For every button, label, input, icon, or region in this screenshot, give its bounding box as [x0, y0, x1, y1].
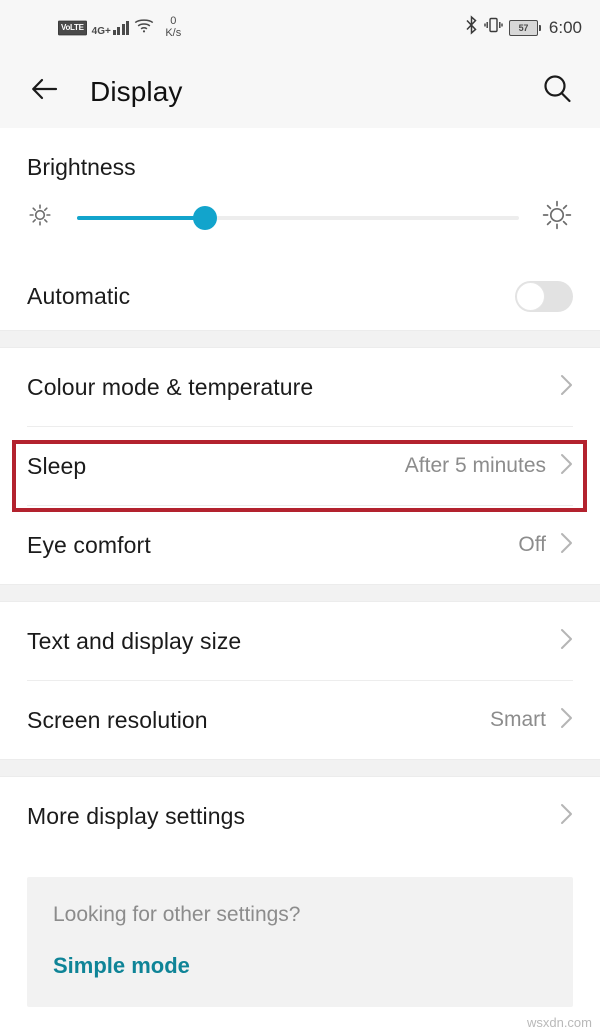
network-type-label: 4G+ — [91, 25, 111, 37]
slider-track-fill — [77, 215, 206, 220]
status-bar-left: VoLTE 4G+ 0 K/s — [58, 14, 182, 39]
battery-icon: 57 — [508, 19, 541, 36]
text-resolution-section: Text and display size Screen resolution … — [0, 602, 600, 759]
chevron-right-icon — [560, 532, 573, 559]
vibrate-icon — [484, 16, 503, 39]
status-bar-right: 57 6:00 — [465, 15, 582, 40]
row-value: Off — [518, 533, 546, 556]
row-label: Colour mode & temperature — [27, 373, 314, 400]
row-label: Screen resolution — [27, 706, 208, 733]
wifi-icon — [134, 18, 154, 38]
brightness-slider-row[interactable] — [0, 181, 600, 262]
row-label: Eye comfort — [27, 531, 151, 558]
row-value: After 5 minutes — [404, 454, 546, 477]
row-more-display-settings[interactable]: More display settings — [0, 777, 600, 855]
network-speed-unit: K/s — [165, 26, 182, 39]
row-colour-mode[interactable]: Colour mode & temperature — [0, 348, 600, 426]
chevron-right-icon — [560, 628, 573, 655]
slider-thumb[interactable] — [193, 205, 218, 230]
simple-mode-link[interactable]: Simple mode — [53, 953, 547, 979]
row-label: Text and display size — [27, 627, 242, 654]
brightness-label: Brightness — [27, 154, 136, 180]
display-options-section: Colour mode & temperature Sleep After 5 … — [0, 348, 600, 584]
row-label: More display settings — [27, 802, 246, 829]
row-text-and-display-size[interactable]: Text and display size — [0, 602, 600, 680]
watermark: wsxdn.com — [526, 1015, 592, 1030]
other-settings-question: Looking for other settings? — [53, 903, 301, 926]
chevron-right-icon — [560, 803, 573, 830]
volte-icon: VoLTE — [58, 20, 87, 35]
status-bar: VoLTE 4G+ 0 K/s 57 6:00 — [0, 0, 600, 55]
automatic-label: Automatic — [27, 282, 131, 309]
network-speed-value: 0 — [170, 14, 177, 27]
brightness-high-sun-icon — [541, 199, 573, 236]
brightness-slider-track[interactable] — [77, 205, 519, 231]
chevron-right-icon — [560, 707, 573, 734]
row-label: Sleep — [27, 452, 87, 479]
back-arrow-icon[interactable] — [28, 72, 62, 111]
settings-content: Brightness Automatic Colour mode & tempe… — [0, 128, 600, 1007]
chevron-right-icon — [560, 453, 573, 480]
battery-cap — [538, 24, 541, 31]
bluetooth-icon — [465, 15, 478, 40]
more-settings-section: More display settings — [0, 777, 600, 855]
row-screen-resolution[interactable]: Screen resolution Smart — [0, 681, 600, 759]
other-settings-card: Looking for other settings? Simple mode — [27, 877, 573, 1007]
row-sleep[interactable]: Sleep After 5 minutes — [0, 427, 600, 505]
section-divider-1 — [0, 330, 600, 348]
search-icon[interactable] — [540, 72, 574, 111]
signal-bars-icon — [112, 20, 130, 35]
automatic-brightness-row[interactable]: Automatic — [0, 262, 600, 330]
app-bar: Display — [0, 55, 600, 128]
section-divider-2 — [0, 584, 600, 602]
brightness-section: Brightness Automatic — [0, 128, 600, 330]
toggle-knob — [516, 281, 545, 311]
clock: 6:00 — [548, 17, 582, 37]
page-title: Display — [90, 75, 183, 107]
row-eye-comfort[interactable]: Eye comfort Off — [0, 506, 600, 584]
brightness-low-sun-icon — [27, 202, 53, 233]
battery-percent-label: 57 — [508, 19, 538, 36]
automatic-toggle[interactable] — [515, 280, 573, 312]
footer-area: Looking for other settings? Simple mode — [0, 855, 600, 1007]
section-divider-3 — [0, 759, 600, 777]
network-speed: 0 K/s — [165, 14, 182, 39]
chevron-right-icon — [560, 374, 573, 401]
row-value: Smart — [489, 708, 546, 731]
